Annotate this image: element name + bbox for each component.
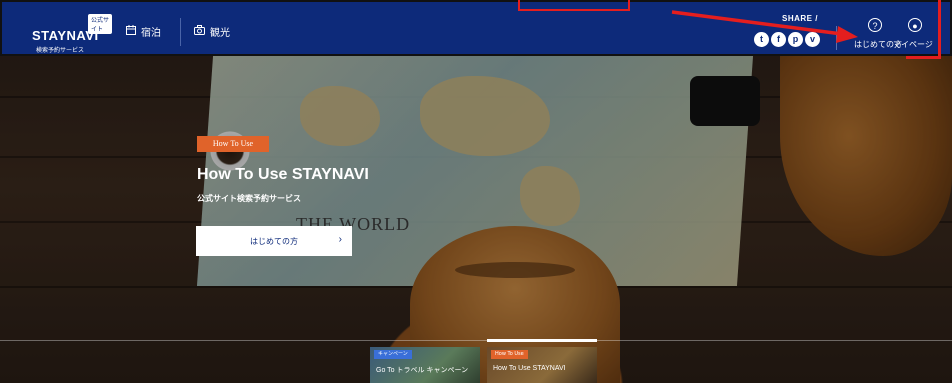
carousel-thumb-howto[interactable]: How To Use How To Use STAYNAVI bbox=[487, 347, 597, 383]
annotation-line bbox=[938, 0, 941, 58]
mypage-label: マイページ bbox=[893, 40, 933, 49]
carousel-divider bbox=[0, 340, 952, 341]
hero-tag: How To Use bbox=[197, 136, 269, 152]
hero-subtitle: 公式サイト検索予約サービス bbox=[197, 194, 301, 203]
nav-stay-label: 宿泊 bbox=[141, 28, 161, 39]
nav-sightseeing-label: 観光 bbox=[210, 28, 230, 39]
active-indicator bbox=[487, 339, 597, 342]
logo[interactable]: STAYNAVI 公式サイト 検索予約サービス bbox=[32, 12, 112, 54]
chevron-right-icon: › bbox=[338, 234, 342, 245]
logo-badge: 公式サイト bbox=[88, 14, 112, 34]
annotation-line bbox=[906, 56, 941, 59]
hero-title: How To Use STAYNAVI bbox=[197, 166, 369, 183]
facebook-icon[interactable]: f bbox=[771, 32, 786, 47]
camera-icon bbox=[194, 25, 205, 38]
hero-overlay bbox=[0, 56, 952, 383]
header-divider bbox=[836, 26, 837, 50]
nav-divider bbox=[180, 18, 181, 46]
question-icon: ? bbox=[868, 18, 882, 32]
thumb-title: How To Use STAYNAVI bbox=[493, 365, 566, 372]
nav-stay[interactable]: 宿泊 bbox=[126, 24, 161, 39]
annotation-box bbox=[518, 0, 630, 11]
pinterest-icon[interactable]: p bbox=[788, 32, 803, 47]
thumb-tag: キャンペーン bbox=[374, 350, 412, 359]
thumb-title: Go To トラベル キャンペーン bbox=[376, 367, 469, 374]
logo-subtitle: 検索予約サービス bbox=[36, 48, 85, 54]
user-icon: ● bbox=[908, 18, 922, 32]
hero-banner: THE WORLD How To Use How To Use STAYNAVI… bbox=[0, 56, 952, 383]
thumb-tag: How To Use bbox=[491, 350, 528, 359]
beginner-guide-button[interactable]: はじめての方 › bbox=[196, 226, 352, 256]
calendar-icon bbox=[126, 25, 136, 38]
share-label: SHARE / bbox=[782, 14, 818, 23]
twitter-icon[interactable]: t bbox=[754, 32, 769, 47]
carousel-thumb-goto[interactable]: キャンペーン Go To トラベル キャンペーン bbox=[370, 347, 480, 383]
nav-sightseeing[interactable]: 観光 bbox=[194, 24, 230, 39]
site-header: STAYNAVI 公式サイト 検索予約サービス 宿泊 観光 SHARE / t … bbox=[0, 0, 952, 56]
pocket-icon[interactable]: v bbox=[805, 32, 820, 47]
beginner-guide-label: はじめての方 bbox=[250, 237, 298, 246]
